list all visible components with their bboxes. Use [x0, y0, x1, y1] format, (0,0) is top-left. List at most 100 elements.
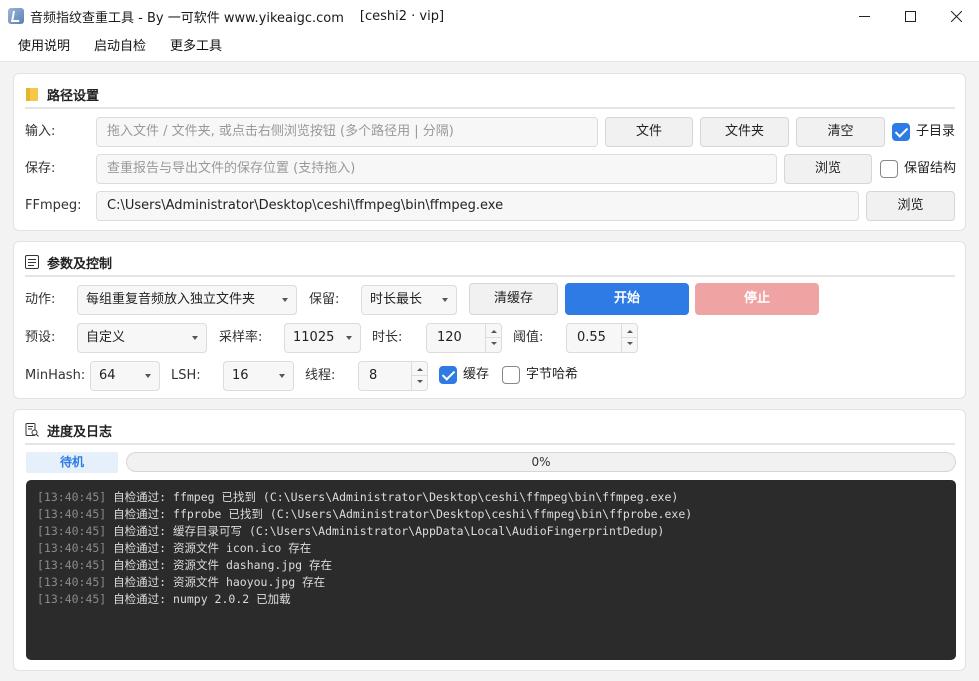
file-button[interactable]: 文件	[605, 117, 693, 147]
minimize-button[interactable]	[841, 0, 887, 32]
threads-spinbox[interactable]: 8	[358, 361, 428, 391]
app-icon	[8, 8, 24, 24]
keep-select[interactable]: 时长最长	[361, 285, 457, 315]
threshold-value: 0.55	[577, 330, 606, 345]
stop-button[interactable]: 停止	[695, 283, 819, 315]
ffmpeg-browse-button[interactable]: 浏览	[866, 191, 955, 221]
log-line: [13:40:45] 自检通过: numpy 2.0.2 已加载	[37, 591, 945, 608]
save-browse-button[interactable]: 浏览	[784, 154, 872, 184]
cache-label: 缓存	[463, 367, 490, 382]
close-icon	[950, 10, 962, 22]
minimize-icon	[858, 15, 870, 17]
menu-bar: 使用说明 启动自检 更多工具	[0, 32, 979, 62]
status-badge: 待机	[26, 452, 118, 473]
log-timestamp: [13:40:45]	[37, 524, 107, 538]
spin-down-icon	[491, 342, 497, 345]
spin-down-icon	[417, 380, 423, 383]
duration-value: 120	[437, 330, 462, 345]
cache-checkbox[interactable]	[439, 366, 457, 384]
log-timestamp: [13:40:45]	[37, 592, 107, 606]
log-line: [13:40:45] 自检通过: 缓存目录可写 (C:\Users\Admini…	[37, 523, 945, 540]
progress-log-panel: 进度及日志 待机 0% [13:40:45] 自检通过: ffmpeg 已找到 …	[13, 409, 966, 671]
save-path-field[interactable]: 查重报告与导出文件的保存位置 (支持拖入)	[96, 154, 777, 184]
lsh-value: 16	[232, 368, 249, 383]
params-panel: 参数及控制 动作: 每组重复音频放入独立文件夹 保留: 时长最长 清缓存 开始 …	[13, 241, 966, 399]
threads-value: 8	[369, 368, 378, 383]
keep-select-value: 时长最长	[370, 292, 423, 307]
log-search-icon	[25, 423, 39, 437]
sample-rate-label: 采样率:	[219, 330, 263, 345]
log-timestamp: [13:40:45]	[37, 490, 107, 504]
subdir-label: 子目录	[916, 124, 956, 139]
action-label: 动作:	[25, 292, 56, 307]
window-subtitle: [ceshi2 · vip]	[359, 8, 445, 24]
duration-spinbox[interactable]: 120	[426, 323, 502, 353]
spin-up-icon	[491, 330, 497, 333]
menu-item-help[interactable]: 使用说明	[0, 32, 82, 62]
start-button[interactable]: 开始	[565, 283, 689, 315]
spin-up-icon	[417, 368, 423, 371]
spin-buttons[interactable]	[485, 324, 502, 352]
path-settings-title: 路径设置	[47, 88, 100, 104]
menu-item-more-tools[interactable]: 更多工具	[158, 32, 234, 62]
keep-structure-label: 保留结构	[904, 161, 957, 176]
action-select-value: 每组重复音频放入独立文件夹	[86, 292, 256, 307]
log-timestamp: [13:40:45]	[37, 541, 107, 555]
spin-down-icon	[627, 342, 633, 345]
threads-label: 线程:	[305, 368, 336, 383]
chevron-down-icon	[442, 298, 448, 302]
chevron-down-icon	[282, 298, 288, 302]
threshold-spinbox[interactable]: 0.55	[566, 323, 638, 353]
divider	[25, 107, 955, 109]
save-label: 保存:	[25, 161, 56, 176]
log-line: [13:40:45] 自检通过: ffmpeg 已找到 (C:\Users\Ad…	[37, 489, 945, 506]
keep-structure-checkbox[interactable]	[880, 160, 898, 178]
sample-rate-select[interactable]: 11025	[284, 323, 361, 353]
subdir-checkbox[interactable]	[892, 123, 910, 141]
preset-select[interactable]: 自定义	[77, 323, 207, 353]
minhash-select[interactable]: 64	[90, 361, 160, 391]
log-line: [13:40:45] 自检通过: 资源文件 haoyou.jpg 存在	[37, 574, 945, 591]
spin-up-icon	[627, 330, 633, 333]
progress-header: 进度及日志	[25, 418, 955, 442]
log-message: 自检通过: 资源文件 dashang.jpg 存在	[106, 558, 333, 572]
spin-buttons[interactable]	[411, 362, 428, 390]
threshold-label: 阈值:	[513, 330, 544, 345]
maximize-button[interactable]	[887, 0, 933, 32]
keep-label: 保留:	[309, 292, 340, 307]
window-title: 音频指纹查重工具 - By 一可软件 www.yikeaigc.com	[30, 10, 344, 26]
maximize-icon	[904, 10, 916, 22]
log-message: 自检通过: 资源文件 icon.ico 存在	[106, 541, 312, 555]
path-settings-panel: 路径设置 输入: 拖入文件 / 文件夹, 或点击右侧浏览按钮 (多个路径用 | …	[13, 73, 966, 231]
preset-select-value: 自定义	[86, 330, 126, 345]
sample-rate-value: 11025	[293, 330, 335, 345]
log-message: 自检通过: 资源文件 haoyou.jpg 存在	[106, 575, 326, 589]
log-line: [13:40:45] 自检通过: 资源文件 icon.ico 存在	[37, 540, 945, 557]
log-console: [13:40:45] 自检通过: ffmpeg 已找到 (C:\Users\Ad…	[26, 480, 956, 660]
params-header: 参数及控制	[25, 250, 955, 274]
log-message: 自检通过: 缓存目录可写 (C:\Users\Administrator\App…	[106, 524, 665, 538]
list-icon	[25, 255, 39, 269]
close-button[interactable]	[933, 0, 979, 32]
spin-buttons[interactable]	[621, 324, 638, 352]
action-select[interactable]: 每组重复音频放入独立文件夹	[77, 285, 297, 315]
lsh-select[interactable]: 16	[223, 361, 294, 391]
clear-button[interactable]: 清空	[796, 117, 885, 147]
byte-hash-checkbox[interactable]	[502, 366, 520, 384]
clear-cache-button[interactable]: 清缓存	[469, 283, 558, 315]
window-controls	[841, 0, 979, 32]
progress-bar: 0%	[126, 452, 956, 472]
log-line: [13:40:45] 自检通过: 资源文件 dashang.jpg 存在	[37, 557, 945, 574]
minhash-label: MinHash:	[25, 368, 86, 383]
chevron-down-icon	[279, 374, 285, 378]
menu-item-self-check[interactable]: 启动自检	[82, 32, 158, 62]
input-path-field[interactable]: 拖入文件 / 文件夹, 或点击右侧浏览按钮 (多个路径用 | 分隔)	[96, 117, 598, 147]
progress-percent: 0%	[531, 455, 551, 469]
progress-title: 进度及日志	[47, 424, 113, 440]
folder-button[interactable]: 文件夹	[700, 117, 789, 147]
ffmpeg-path-field[interactable]: C:\Users\Administrator\Desktop\ceshi\ffm…	[96, 191, 859, 221]
log-timestamp: [13:40:45]	[37, 575, 107, 589]
log-message: 自检通过: ffmpeg 已找到 (C:\Users\Administrator…	[106, 490, 679, 504]
divider	[25, 275, 955, 277]
preset-label: 预设:	[25, 330, 56, 345]
